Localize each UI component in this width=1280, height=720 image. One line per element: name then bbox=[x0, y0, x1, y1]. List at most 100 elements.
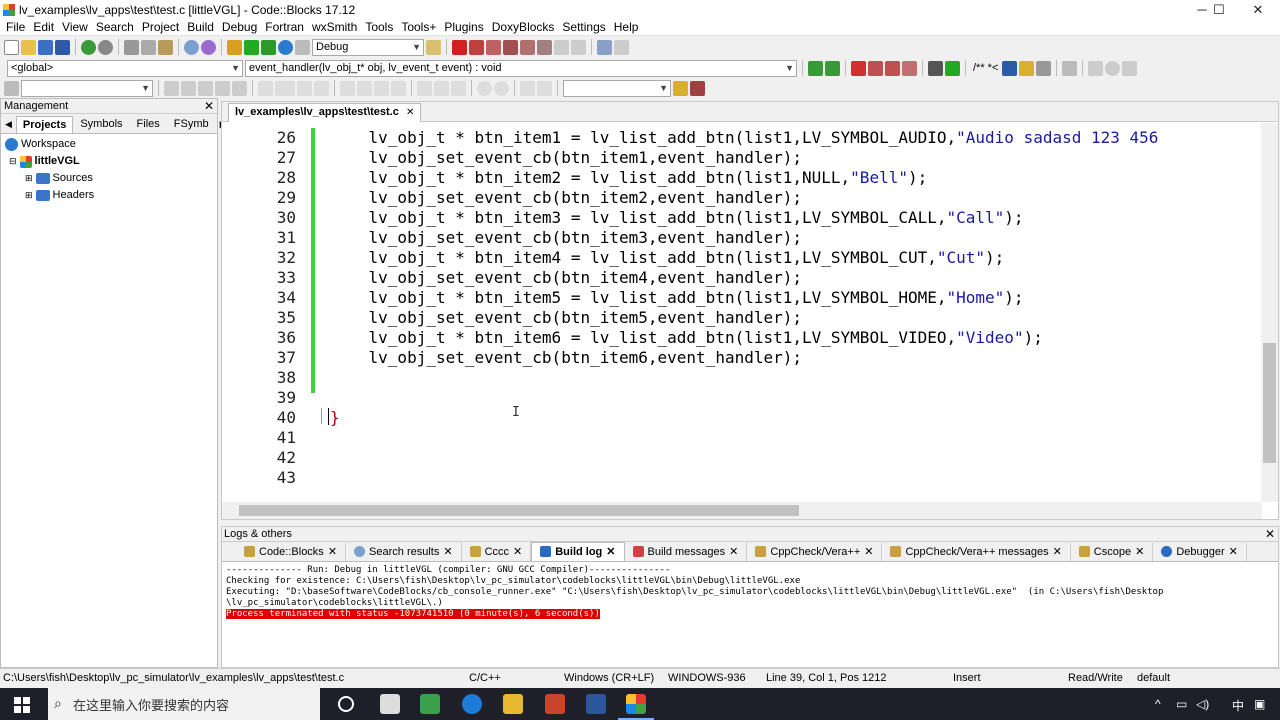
tools-icon[interactable] bbox=[690, 80, 705, 96]
tray-expand-icon[interactable]: ^ bbox=[1155, 697, 1161, 711]
code-line[interactable]: lv_obj_t * btn_item6 = lv_list_add_btn(l… bbox=[330, 328, 1043, 347]
dot-icon[interactable] bbox=[1105, 60, 1121, 76]
cursor-icon[interactable] bbox=[258, 80, 273, 96]
menu-search[interactable]: Search bbox=[92, 20, 138, 34]
tab-files[interactable]: Files bbox=[130, 115, 167, 133]
menu-tools-plus[interactable]: Tools+ bbox=[397, 20, 440, 34]
copy-icon[interactable] bbox=[141, 39, 156, 55]
build-target-select[interactable]: Debug ▼ bbox=[312, 38, 424, 56]
code-line[interactable]: lv_obj_set_event_cb(btn_item2,event_hand… bbox=[330, 188, 802, 207]
open-icon[interactable] bbox=[21, 39, 36, 55]
menu-project[interactable]: Project bbox=[138, 20, 183, 34]
menu-view[interactable]: View bbox=[58, 20, 92, 34]
redo-icon[interactable] bbox=[98, 39, 113, 55]
taskbar-search-box[interactable]: ⌕ 在这里输入你要搜索的内容 bbox=[48, 688, 320, 720]
close-logs-icon[interactable]: ✕ bbox=[1265, 527, 1275, 541]
build-run-icon[interactable] bbox=[261, 39, 276, 55]
build-gear-icon[interactable] bbox=[227, 39, 242, 55]
bookmark-next-icon[interactable] bbox=[885, 60, 900, 76]
cut-icon[interactable] bbox=[124, 39, 139, 55]
log-tab-debugger[interactable]: Debugger ✕ bbox=[1153, 543, 1247, 561]
bookmark-toggle-icon[interactable] bbox=[851, 60, 866, 76]
save-all-icon[interactable] bbox=[55, 39, 70, 55]
jump-forward-icon[interactable] bbox=[825, 60, 840, 76]
log-tab-build-messages[interactable]: Build messages ✕ bbox=[625, 543, 748, 561]
code-line[interactable]: lv_obj_set_event_cb(btn_item6,event_hand… bbox=[330, 348, 802, 367]
collapse-icon[interactable] bbox=[1088, 60, 1104, 76]
camera-app-icon[interactable] bbox=[380, 694, 400, 714]
config-icon[interactable] bbox=[1062, 60, 1078, 76]
chm-docs-icon[interactable] bbox=[1036, 60, 1052, 76]
select-icon[interactable] bbox=[275, 80, 295, 96]
menu-doxyblocks[interactable]: DoxyBlocks bbox=[488, 20, 559, 34]
notification-icon[interactable]: ▣ bbox=[1254, 697, 1265, 711]
log-tab-cscope[interactable]: Cscope ✕ bbox=[1071, 543, 1154, 561]
app-green-icon[interactable] bbox=[420, 694, 440, 714]
edge-icon[interactable] bbox=[462, 694, 482, 714]
code-line[interactable]: lv_obj_set_event_cb(btn_item5,event_hand… bbox=[330, 308, 802, 327]
search-mode-icon[interactable] bbox=[4, 80, 19, 96]
code-line[interactable]: lv_obj_t * btn_item2 = lv_list_add_btn(l… bbox=[330, 168, 928, 187]
editor-vertical-scrollbar[interactable] bbox=[1261, 123, 1278, 502]
rebuild-icon[interactable] bbox=[278, 39, 293, 55]
powerpoint-icon[interactable] bbox=[545, 694, 565, 714]
step-into-icon[interactable] bbox=[503, 39, 518, 55]
codeblocks-taskbar-icon[interactable] bbox=[626, 694, 646, 714]
target-options-icon[interactable] bbox=[426, 39, 441, 55]
editor-tab-test-c[interactable]: lv_examples\lv_apps\test\test.c ✕ bbox=[228, 103, 422, 122]
log-tab-codeblocks[interactable]: Code::Blocks ✕ bbox=[236, 543, 347, 561]
code-area[interactable]: 26 lv_obj_t * btn_item1 = lv_list_add_bt… bbox=[222, 123, 1262, 502]
file-explorer-icon[interactable] bbox=[503, 694, 523, 714]
bookmark-prev-icon[interactable] bbox=[868, 60, 883, 76]
code-line[interactable]: lv_obj_t * btn_item4 = lv_list_add_btn(l… bbox=[330, 248, 1005, 267]
menu-help[interactable]: Help bbox=[610, 20, 643, 34]
find-icon[interactable] bbox=[184, 39, 199, 55]
code-line[interactable]: } bbox=[330, 408, 340, 427]
insert-comment-button[interactable]: /** *< bbox=[971, 62, 1000, 74]
zoom-in-icon[interactable] bbox=[477, 80, 492, 96]
menu-file[interactable]: File bbox=[2, 20, 29, 34]
tab-scroll-left-icon[interactable]: ◀ bbox=[1, 116, 16, 133]
abort-icon[interactable] bbox=[295, 39, 310, 55]
tree-project[interactable]: ⊟ littleVGL bbox=[5, 153, 213, 170]
save-icon[interactable] bbox=[38, 39, 53, 55]
tab-projects[interactable]: Projects bbox=[15, 116, 74, 133]
menu-wxsmith[interactable]: wxSmith bbox=[308, 20, 361, 34]
task-view-icon[interactable] bbox=[338, 696, 354, 712]
ime-indicator[interactable]: 中 bbox=[1232, 697, 1244, 714]
layout-icon[interactable] bbox=[297, 80, 312, 96]
menu-tools[interactable]: Tools bbox=[361, 20, 397, 34]
network-icon[interactable]: ▭ bbox=[1176, 697, 1187, 711]
hscroll-thumb[interactable] bbox=[239, 505, 799, 516]
various-info-icon[interactable] bbox=[614, 39, 629, 55]
menu-edit[interactable]: Edit bbox=[29, 20, 58, 34]
back-icon[interactable] bbox=[164, 80, 179, 96]
stop-debug-icon[interactable] bbox=[571, 39, 586, 55]
log-tab-search-results[interactable]: Search results ✕ bbox=[346, 543, 462, 561]
build-log-output[interactable]: -------------- Run: Debug in littleVGL (… bbox=[222, 562, 1278, 623]
widget-1-icon[interactable] bbox=[417, 80, 432, 96]
close-button[interactable]: ✕ bbox=[1240, 0, 1276, 19]
run-to-cursor-icon[interactable] bbox=[469, 39, 484, 55]
code-line[interactable]: lv_obj_t * btn_item1 = lv_list_add_btn(l… bbox=[330, 128, 1159, 147]
next-instruction-icon[interactable] bbox=[537, 39, 552, 55]
widget-3-icon[interactable] bbox=[451, 80, 466, 96]
menu-settings[interactable]: Settings bbox=[558, 20, 609, 34]
close-panel-icon[interactable]: ✕ bbox=[204, 99, 214, 113]
shape-1-icon[interactable] bbox=[340, 80, 355, 96]
expand-icon[interactable] bbox=[1122, 60, 1138, 76]
widget-2-icon[interactable] bbox=[434, 80, 449, 96]
search-combo[interactable]: ▼ bbox=[21, 79, 153, 97]
paste-icon[interactable] bbox=[158, 39, 173, 55]
align-icon[interactable] bbox=[314, 80, 329, 96]
edit-icon[interactable] bbox=[537, 80, 552, 96]
code-line[interactable]: lv_obj_set_event_cb(btn_item4,event_hand… bbox=[330, 268, 802, 287]
options-icon[interactable] bbox=[232, 80, 247, 96]
undo-icon[interactable] bbox=[81, 39, 96, 55]
find-files-icon[interactable] bbox=[215, 80, 230, 96]
run-icon[interactable] bbox=[244, 39, 259, 55]
maximize-button[interactable]: ☐ bbox=[1201, 0, 1237, 19]
menu-fortran[interactable]: Fortran bbox=[261, 20, 308, 34]
scope-select[interactable]: <global> ▼ bbox=[7, 59, 243, 77]
bookmark-clear-icon[interactable] bbox=[902, 60, 917, 76]
